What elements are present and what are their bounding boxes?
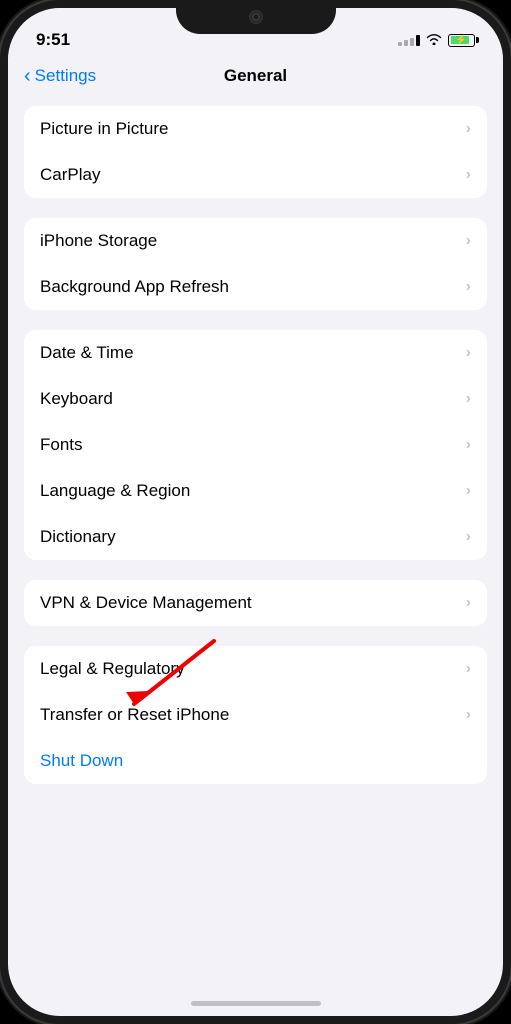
cell-group-4: VPN & Device Management › — [24, 580, 487, 626]
battery-container: ⚡ — [448, 34, 475, 47]
nav-bar: ‹ Settings General — [8, 58, 503, 96]
camera — [249, 10, 263, 24]
fonts-chevron: › — [466, 436, 471, 454]
picture-in-picture-label: Picture in Picture — [40, 119, 169, 139]
section-5: Legal & Regulatory › Transfer or Reset i… — [24, 646, 487, 784]
cell-picture-in-picture[interactable]: Picture in Picture › — [24, 106, 487, 152]
language-region-label: Language & Region — [40, 481, 190, 501]
fonts-label: Fonts — [40, 435, 83, 455]
section-4: VPN & Device Management › — [24, 580, 487, 626]
vpn-label: VPN & Device Management — [40, 593, 252, 613]
legal-chevron: › — [466, 660, 471, 678]
cell-legal[interactable]: Legal & Regulatory › — [24, 646, 487, 692]
cell-group-3: Date & Time › Keyboard › Fonts › Languag… — [24, 330, 487, 560]
phone-frame: 9:51 ⚡ — [0, 0, 511, 1024]
back-label: Settings — [35, 66, 96, 86]
iphone-storage-chevron: › — [466, 232, 471, 250]
cell-background-app-refresh[interactable]: Background App Refresh › — [24, 264, 487, 310]
vpn-chevron: › — [466, 594, 471, 612]
screen: 9:51 ⚡ — [8, 8, 503, 1016]
cell-keyboard[interactable]: Keyboard › — [24, 376, 487, 422]
status-icons: ⚡ — [398, 33, 475, 48]
section-2: iPhone Storage › Background App Refresh … — [24, 218, 487, 310]
home-indicator — [191, 1001, 321, 1006]
language-region-chevron: › — [466, 482, 471, 500]
bolt-icon: ⚡ — [456, 35, 467, 46]
signal-icon — [398, 35, 420, 46]
nav-title: General — [224, 66, 287, 86]
back-chevron-icon: ‹ — [24, 66, 31, 86]
cell-shut-down[interactable]: Shut Down — [24, 738, 487, 784]
iphone-storage-label: iPhone Storage — [40, 231, 157, 251]
keyboard-label: Keyboard — [40, 389, 113, 409]
cell-group-1: Picture in Picture › CarPlay › — [24, 106, 487, 198]
notch — [176, 0, 336, 34]
cell-carplay[interactable]: CarPlay › — [24, 152, 487, 198]
cell-transfer-reset[interactable]: Transfer or Reset iPhone › — [24, 692, 487, 738]
dictionary-chevron: › — [466, 528, 471, 546]
cell-iphone-storage[interactable]: iPhone Storage › — [24, 218, 487, 264]
section-1: Picture in Picture › CarPlay › — [24, 106, 487, 198]
keyboard-chevron: › — [466, 390, 471, 408]
cell-group-5: Legal & Regulatory › Transfer or Reset i… — [24, 646, 487, 784]
dictionary-label: Dictionary — [40, 527, 116, 547]
cell-date-time[interactable]: Date & Time › — [24, 330, 487, 376]
legal-label: Legal & Regulatory — [40, 659, 185, 679]
transfer-reset-chevron: › — [466, 706, 471, 724]
background-app-refresh-chevron: › — [466, 278, 471, 296]
cell-vpn[interactable]: VPN & Device Management › — [24, 580, 487, 626]
transfer-reset-label: Transfer or Reset iPhone — [40, 705, 229, 725]
background-app-refresh-label: Background App Refresh — [40, 277, 229, 297]
wifi-icon — [426, 33, 442, 48]
carplay-chevron: › — [466, 166, 471, 184]
cell-group-2: iPhone Storage › Background App Refresh … — [24, 218, 487, 310]
cell-language-region[interactable]: Language & Region › — [24, 468, 487, 514]
battery-icon: ⚡ — [448, 34, 475, 47]
back-button[interactable]: ‹ Settings — [24, 66, 96, 86]
date-time-label: Date & Time — [40, 343, 134, 363]
content-scroll[interactable]: Picture in Picture › CarPlay › iPhone St… — [8, 96, 503, 1004]
cell-dictionary[interactable]: Dictionary › — [24, 514, 487, 560]
cell-fonts[interactable]: Fonts › — [24, 422, 487, 468]
status-time: 9:51 — [36, 30, 70, 50]
carplay-label: CarPlay — [40, 165, 100, 185]
picture-in-picture-chevron: › — [466, 120, 471, 138]
section-3: Date & Time › Keyboard › Fonts › Languag… — [24, 330, 487, 560]
shut-down-label: Shut Down — [40, 751, 123, 771]
date-time-chevron: › — [466, 344, 471, 362]
